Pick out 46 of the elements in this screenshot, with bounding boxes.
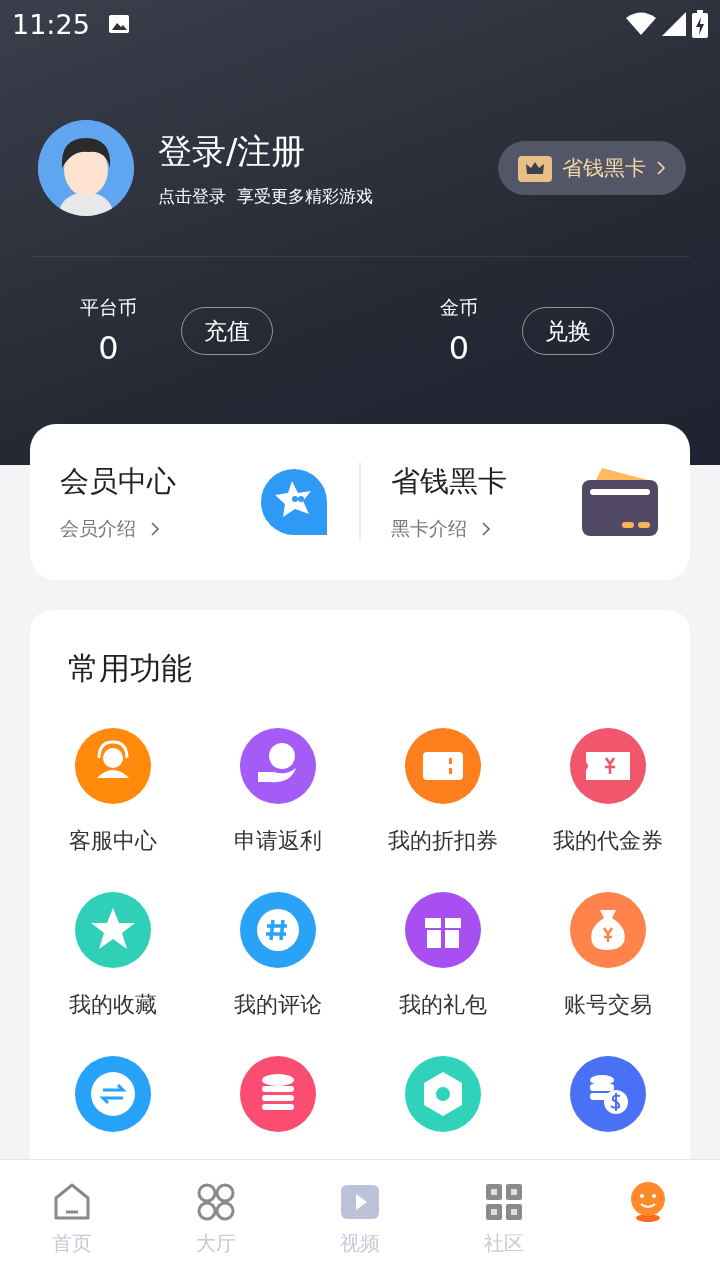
intro-link[interactable]: 黑卡介绍 [391, 516, 580, 542]
intro-link[interactable]: 会员介绍 [60, 516, 259, 542]
function-item[interactable]: 申请返利 [195, 728, 360, 856]
signal-icon [662, 12, 686, 36]
function-item[interactable]: 客服中心 [30, 728, 195, 856]
coins-dollar-icon[interactable] [569, 1056, 646, 1132]
wifi-icon [626, 12, 656, 36]
coupon-icon [569, 728, 646, 804]
function-item[interactable]: 我的收藏 [30, 892, 195, 1020]
hash-bubble-icon [239, 892, 316, 968]
money-bag-icon [569, 892, 646, 968]
function-item[interactable]: 我的折扣券 [360, 728, 525, 856]
smiley-mascot-icon [628, 1182, 668, 1222]
star-mascot-icon [259, 467, 329, 537]
wallet-card-icon [580, 466, 660, 538]
swap-arrows-icon[interactable] [74, 1056, 151, 1132]
login-subtitle: 点击登录 享受更多精彩游戏 [158, 184, 374, 208]
gift-icon [404, 892, 481, 968]
function-item[interactable]: 我的礼包 [360, 892, 525, 1020]
card-title[interactable]: 会员中心 [60, 462, 259, 502]
play-icon [340, 1182, 380, 1222]
function-item[interactable]: 我的代金券 [525, 728, 690, 856]
headset-person-icon [74, 728, 151, 804]
wallet-amount: 0 [98, 329, 119, 367]
wallet-label: 金币 [440, 295, 478, 320]
battery-charging-icon [692, 10, 708, 38]
wallet-label: 平台币 [80, 295, 137, 320]
status-time: 11:25 [12, 8, 90, 40]
four-circles-icon [196, 1182, 236, 1222]
card-title[interactable]: 省钱黑卡 [391, 462, 580, 502]
ticket-icon [404, 728, 481, 804]
coin-stack-icon[interactable] [239, 1056, 316, 1132]
chevron-right-icon [150, 521, 160, 537]
grid-icon [484, 1182, 524, 1222]
wallet-amount: 0 [448, 329, 470, 367]
image-icon [107, 14, 130, 34]
savings-card-button[interactable]: 省钱黑卡 [498, 141, 686, 195]
chevron-right-icon [656, 160, 666, 176]
section-title: 常用功能 [68, 649, 193, 688]
login-title[interactable]: 登录/注册 [158, 128, 474, 175]
home-icon [52, 1182, 92, 1222]
crown-icon [518, 154, 552, 182]
coin-hand-icon [239, 728, 316, 804]
function-item[interactable]: 账号交易 [525, 892, 690, 1020]
chevron-right-icon [481, 521, 491, 537]
function-item[interactable]: 我的评论 [195, 892, 360, 1020]
